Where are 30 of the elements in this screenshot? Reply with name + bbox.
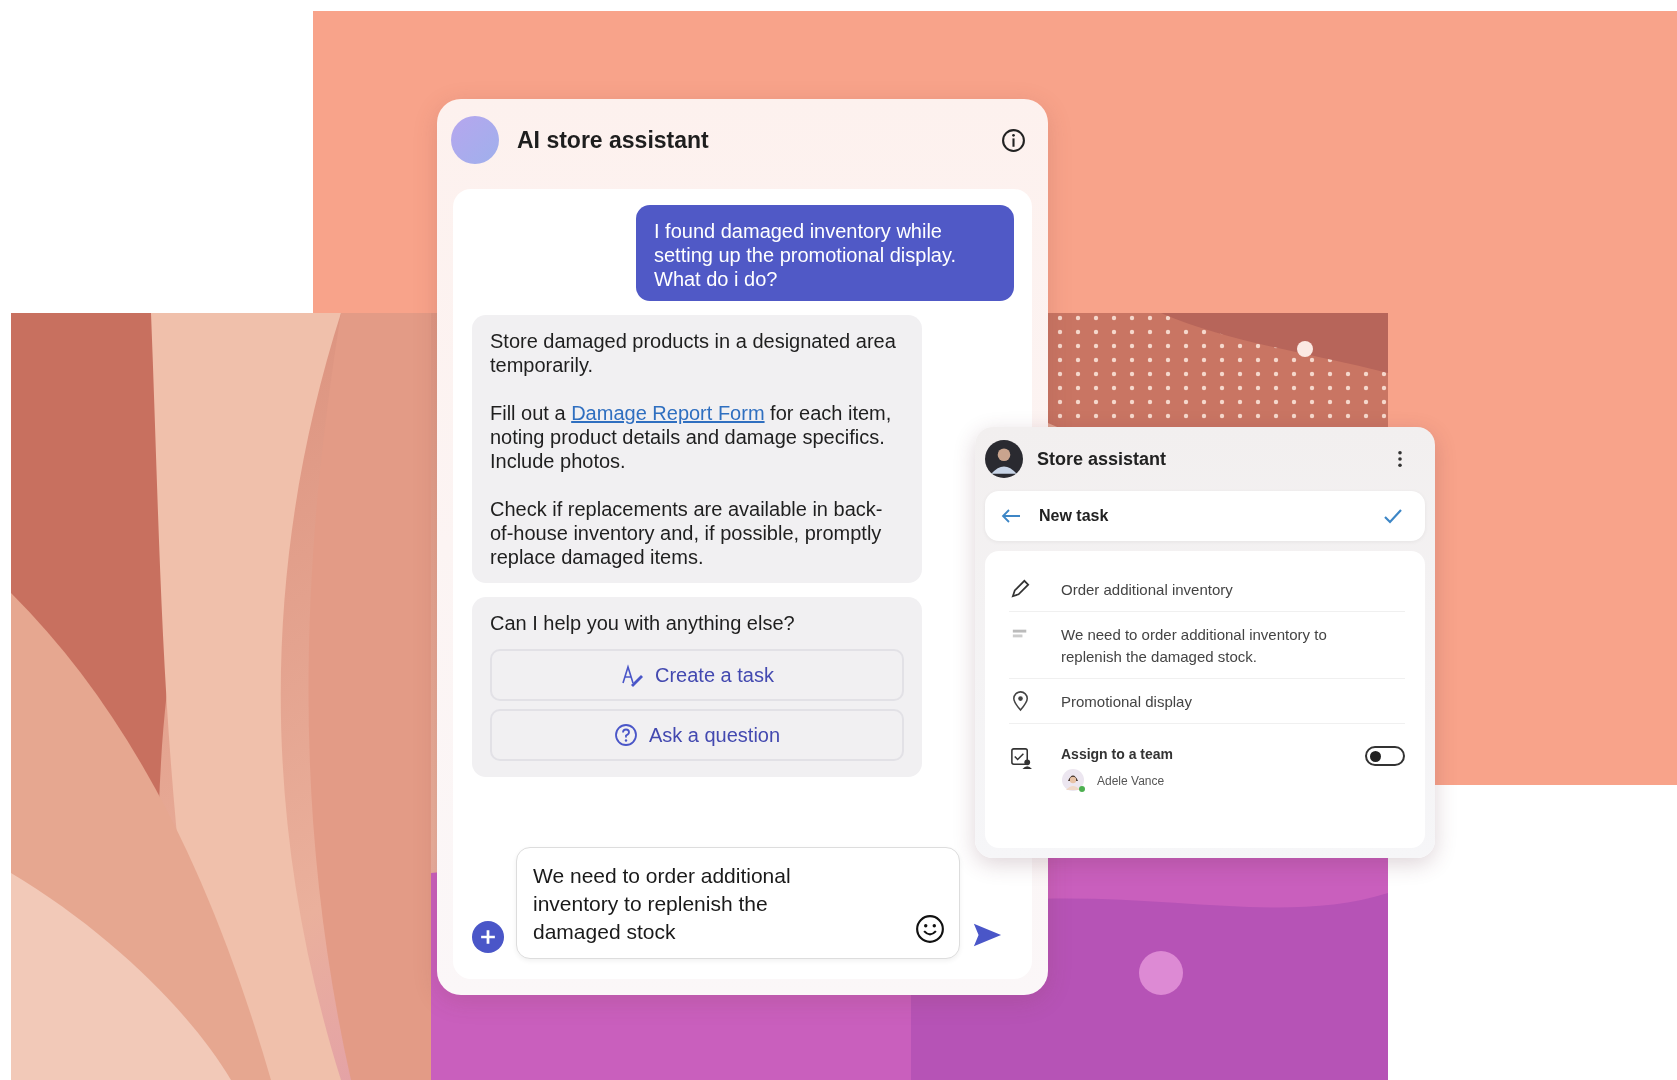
assign-task-icon [1009,746,1033,770]
assign-label: Assign to a team [1061,746,1175,762]
location-text: Promotional display [1061,692,1193,712]
link[interactable]: Damage Report Form [571,402,765,424]
message-field[interactable]: We need to order additional inventory to replenish the damaged stock [516,847,960,959]
task-heading: New task [1039,507,1110,525]
question-icon [613,722,639,748]
toggle-switch[interactable] [1365,746,1405,766]
message-text: Can I help you with anything else? [490,611,796,635]
avatar-icon [985,440,1023,478]
task-title-field[interactable]: Order additional inventory [1061,577,1361,601]
message-text: Fill out a Damage Report Form for each item, noting product details and damage specifics. Include photos. [490,401,893,473]
emoji-icon[interactable] [915,914,945,944]
add-button[interactable] [472,921,504,953]
message-text: I found damaged inventory while setting up the promotional display. What do i do? [654,219,958,291]
assistant-avatar [451,116,499,164]
action-button[interactable]: Create a task [490,649,904,701]
task-notes: We need to order additional inventory to replenish the damaged stock. [1061,625,1328,667]
checkmark-icon[interactable] [1383,508,1403,524]
panel-title: Store assistant [1037,448,1168,470]
send-icon[interactable] [972,921,1002,949]
chat-title: AI store assistant [517,126,710,154]
more-options-icon[interactable] [1397,450,1403,468]
avatar-icon [1061,768,1087,794]
action-button[interactable]: Ask a question [490,709,904,761]
assignee-name: Adele Vance [1097,774,1165,788]
back-arrow-icon[interactable] [1001,508,1021,524]
info-icon[interactable] [1001,127,1026,153]
message-text: Store damaged products in a designated area temporarily. [490,329,897,377]
message-text: Check if replacements are available in back-of-house inventory and, if possible, promptly replace damaged items. [490,497,884,569]
